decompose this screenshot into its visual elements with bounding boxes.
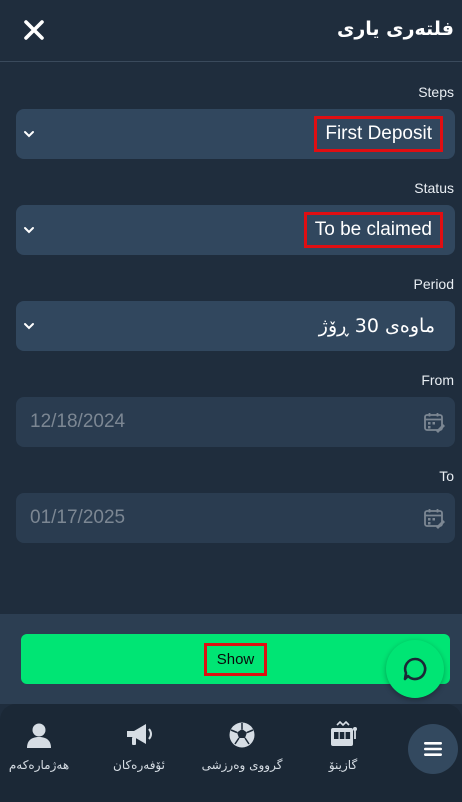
chat-button[interactable] [386, 640, 444, 698]
chevron-down-icon [22, 127, 36, 141]
steps-selected-value: First Deposit [314, 116, 443, 152]
period-label: Period [413, 276, 454, 292]
nav-item-account[interactable]: هەژمارەکەم [0, 720, 94, 780]
chevron-down-icon [22, 319, 36, 333]
from-date-value: 12/18/2024 [30, 411, 126, 432]
to-label: To [439, 468, 454, 484]
steps-label: Steps [418, 84, 454, 100]
slot-machine-icon [328, 720, 358, 750]
nav-label-sports-group: گرووی وەرزشی [201, 758, 283, 772]
megaphone-icon [124, 720, 154, 750]
close-button[interactable] [18, 14, 50, 46]
chevron-down-icon [22, 223, 36, 237]
close-icon[interactable] [23, 19, 45, 41]
show-button[interactable]: Show [21, 634, 450, 684]
to-date-value: 01/17/2025 [30, 507, 126, 528]
user-icon [24, 720, 54, 750]
from-label: From [421, 372, 454, 388]
nav-item-casino[interactable]: گازینۆ [288, 720, 398, 780]
from-date-input[interactable]: 12/18/2024 [16, 397, 455, 447]
status-selected-value: To be claimed [303, 212, 443, 248]
chat-bubble-icon [403, 657, 427, 681]
soccer-ball-icon [227, 720, 257, 750]
status-select[interactable]: To be claimed [16, 205, 455, 255]
nav-label-offers: ئۆفەرەکان [113, 758, 165, 772]
nav-item-sports-group[interactable]: گرووی وەرزشی [187, 720, 297, 780]
menu-button[interactable] [408, 724, 458, 774]
steps-select[interactable]: First Deposit [16, 109, 455, 159]
period-select[interactable]: ماوەی 30 ڕۆژ [16, 301, 455, 351]
nav-label-account: هەژمارەکەم [8, 758, 70, 772]
nav-label-casino: گازینۆ [328, 758, 358, 772]
calendar-icon[interactable] [423, 411, 445, 433]
to-date-input[interactable]: 01/17/2025 [16, 493, 455, 543]
status-label: Status [414, 180, 454, 196]
filter-header: فلتەری یاری [0, 0, 462, 62]
page-title: فلتەری یاری [336, 18, 454, 40]
bottom-navigation: هەژمارەکەم ئۆفەرەکان گرووی وەرزشی گازینۆ [0, 704, 462, 802]
calendar-icon[interactable] [423, 507, 445, 529]
period-selected-value: ماوەی 30 ڕۆژ [318, 315, 435, 337]
show-button-label: Show [203, 642, 268, 676]
nav-item-offers[interactable]: ئۆفەرەکان [84, 720, 194, 780]
hamburger-menu-icon [424, 742, 442, 756]
